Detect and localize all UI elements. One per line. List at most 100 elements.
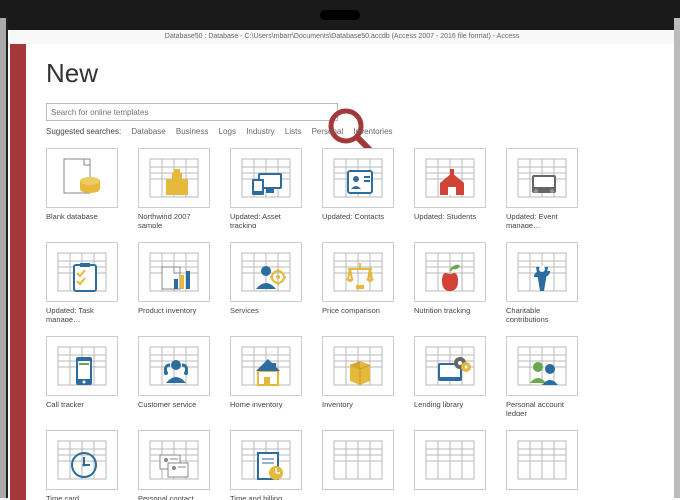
students-icon (420, 153, 480, 203)
template-caption: Charitable contributions (506, 306, 578, 322)
suggested-link[interactable]: Industry (246, 127, 274, 136)
template-tile-charity[interactable]: Charitable contributions (506, 242, 578, 322)
template-caption: Northwind 2007 sample (138, 212, 210, 228)
template-caption: Updated: Contacts (322, 212, 394, 228)
services-icon (236, 247, 296, 297)
template-tile-pcontact[interactable]: Personal contact manager (138, 430, 210, 500)
template-caption: Updated: Event manage… (506, 212, 578, 228)
template-caption: Call tracker (46, 400, 118, 416)
charity-icon (512, 247, 572, 297)
access-app-window: Database50 : Database - C:\Users\mbarr\D… (10, 30, 674, 500)
template-caption: Customer service (138, 400, 210, 416)
template-thumb (138, 242, 210, 302)
nutrition-icon (420, 247, 480, 297)
template-thumb (138, 430, 210, 490)
price-icon (328, 247, 388, 297)
template-caption: Home inventory (230, 400, 302, 416)
template-caption: Services (230, 306, 302, 322)
window-titlebar: Database50 : Database - C:\Users\mbarr\D… (10, 30, 674, 44)
template-tile-asset[interactable]: Updated: Asset tracking (230, 148, 302, 228)
northwind-icon (144, 153, 204, 203)
template-thumb (46, 336, 118, 396)
template-tile-customer[interactable]: Customer service (138, 336, 210, 416)
template-caption: Personal account ledger (506, 400, 578, 416)
search-input[interactable] (51, 108, 321, 117)
template-tile-inventory[interactable]: Inventory (322, 336, 394, 416)
template-caption: Blank database (46, 212, 118, 228)
template-tile-extra3[interactable] (506, 430, 578, 500)
template-tile-home[interactable]: Home inventory (230, 336, 302, 416)
template-tile-extra2[interactable] (414, 430, 486, 500)
template-thumb (322, 242, 394, 302)
suggested-link[interactable]: Inventories (353, 127, 392, 136)
template-caption (414, 494, 486, 500)
suggested-link[interactable]: Database (131, 127, 165, 136)
template-tile-services[interactable]: Services (230, 242, 302, 322)
template-caption: Updated: Asset tracking (230, 212, 302, 228)
template-thumb (138, 148, 210, 208)
asset-icon (236, 153, 296, 203)
template-thumb (138, 336, 210, 396)
timecard-icon (52, 435, 112, 485)
backstage-sidebar[interactable] (10, 44, 26, 500)
template-thumb (506, 242, 578, 302)
page-title: New (46, 58, 664, 89)
template-tile-students[interactable]: Updated: Students (414, 148, 486, 228)
template-thumb (506, 148, 578, 208)
search-icon[interactable] (321, 106, 333, 118)
template-tile-event[interactable]: Updated: Event manage… (506, 148, 578, 228)
suggested-link[interactable]: Lists (285, 127, 301, 136)
template-thumb (414, 336, 486, 396)
template-tile-nutrition[interactable]: Nutrition tracking (414, 242, 486, 322)
template-tile-product[interactable]: Product inventory (138, 242, 210, 322)
template-caption: Updated: Students (414, 212, 486, 228)
template-caption: Lending library (414, 400, 486, 416)
template-caption: Inventory (322, 400, 394, 416)
template-tile-ledger[interactable]: Personal account ledger (506, 336, 578, 416)
template-tile-blank[interactable]: Blank database (46, 148, 118, 228)
template-tile-price[interactable]: Price comparison (322, 242, 394, 322)
template-thumb (414, 430, 486, 490)
backstage-main: New Suggested searches: Database Busines… (36, 44, 674, 500)
template-caption: Nutrition tracking (414, 306, 486, 322)
template-grid: Blank database Northwind 2007 sample Upd… (46, 148, 664, 500)
suggested-link[interactable]: Personal (312, 127, 344, 136)
template-search[interactable] (46, 103, 338, 121)
template-tile-contacts[interactable]: Updated: Contacts (322, 148, 394, 228)
template-thumb (230, 336, 302, 396)
home-icon (236, 341, 296, 391)
call-icon (52, 341, 112, 391)
template-tile-lending[interactable]: Lending library (414, 336, 486, 416)
product-icon (144, 247, 204, 297)
customer-icon (144, 341, 204, 391)
template-caption: Time and billing (230, 494, 302, 500)
template-thumb (230, 242, 302, 302)
template-caption: Updated: Task manage… (46, 306, 118, 322)
template-thumb (506, 430, 578, 490)
timebill-icon (236, 435, 296, 485)
device-bezel (0, 0, 680, 30)
blank-icon (52, 153, 112, 203)
template-tile-northwind[interactable]: Northwind 2007 sample (138, 148, 210, 228)
suggested-searches: Suggested searches: Database Business Lo… (46, 127, 664, 136)
template-thumb (322, 430, 394, 490)
extra1-icon (328, 435, 388, 485)
template-caption: Product inventory (138, 306, 210, 322)
template-tile-extra1[interactable] (322, 430, 394, 500)
device-right-edge (674, 18, 680, 498)
template-thumb (46, 148, 118, 208)
device-left-edge (0, 18, 8, 498)
task-icon (52, 247, 112, 297)
template-tile-timebill[interactable]: Time and billing (230, 430, 302, 500)
template-tile-task[interactable]: Updated: Task manage… (46, 242, 118, 322)
template-tile-timecard[interactable]: Time card (46, 430, 118, 500)
pcontact-icon (144, 435, 204, 485)
device-camera (320, 10, 360, 20)
event-icon (512, 153, 572, 203)
template-thumb (322, 336, 394, 396)
template-thumb (414, 148, 486, 208)
template-tile-call[interactable]: Call tracker (46, 336, 118, 416)
suggested-link[interactable]: Logs (219, 127, 236, 136)
suggested-label: Suggested searches: (46, 127, 121, 136)
suggested-link[interactable]: Business (176, 127, 208, 136)
